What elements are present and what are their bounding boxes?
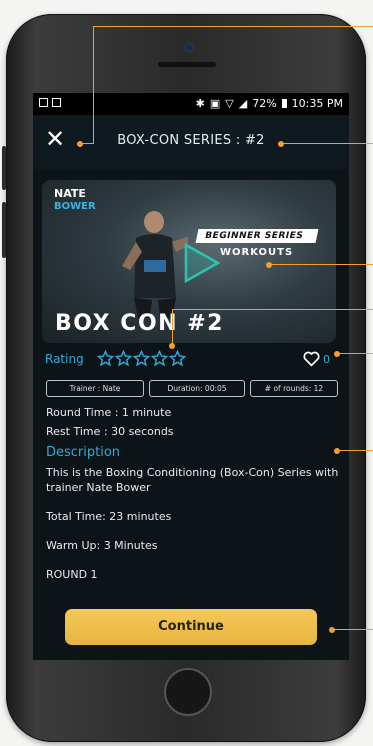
annotation-dot-close: [77, 141, 83, 147]
annotation-line-continue: [332, 629, 373, 630]
play-icon[interactable]: [178, 241, 222, 285]
rating-row: Rating 0: [45, 350, 339, 372]
annotation-dot-video: [266, 262, 272, 268]
hero-subtitle: WORKOUTS: [220, 247, 294, 258]
status-bar: ✱ ▣ ▽ ◢ 72% 10:35 PM: [33, 93, 349, 115]
annotation-line-close: [80, 143, 93, 144]
annotation-dot-continue: [329, 627, 335, 633]
workout-details: Round Time : 1 minute Rest Time : 30 sec…: [46, 405, 342, 582]
annotation-dot-title: [278, 141, 284, 147]
description-heading: Description: [46, 445, 121, 460]
power-button: [2, 146, 6, 190]
annotation-dot-details: [334, 448, 340, 454]
document-icon: [52, 98, 61, 107]
like-count: 0: [323, 353, 330, 366]
app-screen: ✱ ▣ ▽ ◢ 72% 10:35 PM ✕ BOX-CON SERIES : …: [33, 93, 349, 660]
workout-title: BOX CON #2: [55, 311, 224, 336]
annotation-line-title: [281, 143, 373, 144]
heart-icon[interactable]: [303, 351, 320, 367]
volume-button: [2, 202, 6, 258]
annotation-line-close: [93, 26, 94, 144]
total-time: Total Time: 23 minutes: [46, 510, 172, 523]
scroll-fade: [33, 581, 349, 611]
duration-chip: Duration: 00:05: [149, 380, 245, 397]
annotation-line-like: [337, 353, 373, 354]
annotation-line-video: [269, 264, 373, 265]
signal-icon: ◢: [238, 97, 248, 110]
rest-time: Rest Time : 30 seconds: [46, 425, 174, 438]
rating-label: Rating: [45, 352, 84, 366]
star-icon[interactable]: [133, 350, 150, 367]
star-rating[interactable]: [97, 350, 186, 367]
annotation-line-details: [337, 450, 373, 451]
video-thumbnail[interactable]: NATE BOWER BEGINNER SERIES WORKOUTS BOX …: [42, 180, 336, 343]
trainer-chip: Trainer : Nate: [46, 380, 144, 397]
trainer-last-name: BOWER: [54, 201, 96, 212]
wifi-icon: ▽: [225, 97, 234, 110]
battery-icon: [281, 99, 287, 108]
annotation-dot-like: [334, 351, 340, 357]
annotation-line-rating: [172, 309, 373, 310]
annotation-line-close: [93, 26, 373, 27]
star-icon[interactable]: [97, 350, 114, 367]
trainer-first-name: NATE: [54, 187, 86, 200]
earpiece-speaker: [158, 62, 216, 67]
bluetooth-icon: ✱: [195, 97, 205, 110]
front-camera: [186, 44, 193, 51]
rounds-chip: # of rounds: 12: [250, 380, 338, 397]
round-time: Round Time : 1 minute: [46, 406, 172, 419]
battery-level: 72%: [252, 97, 277, 110]
star-icon[interactable]: [115, 350, 132, 367]
round-1-heading: ROUND 1: [46, 568, 98, 581]
info-chips: Trainer : Nate Duration: 00:05 # of roun…: [46, 380, 338, 397]
star-icon[interactable]: [151, 350, 168, 367]
home-button: [164, 668, 212, 716]
notification-icons: [39, 98, 61, 107]
continue-button[interactable]: Continue: [65, 609, 317, 645]
star-icon[interactable]: [169, 350, 186, 367]
description-text: This is the Boxing Conditioning (Box-Con…: [46, 466, 339, 494]
status-right: ✱ ▣ ▽ ◢ 72% 10:35 PM: [196, 97, 343, 110]
nfc-icon: ▣: [209, 97, 221, 110]
clock: 10:35 PM: [291, 97, 343, 110]
warm-up: Warm Up: 3 Minutes: [46, 539, 158, 552]
gallery-icon: [39, 98, 48, 107]
annotation-line-rating: [172, 309, 173, 345]
